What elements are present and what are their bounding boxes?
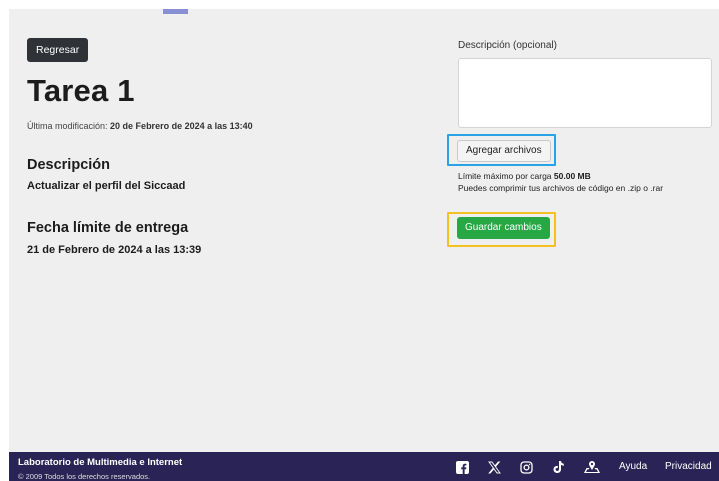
footer-link-privacy[interactable]: Privacidad (665, 461, 712, 472)
instagram-icon[interactable] (519, 460, 533, 474)
last-modified-value: 20 de Febrero de 2024 a las 13:40 (110, 121, 253, 131)
upload-limit-label: Límite máximo por carga (458, 171, 552, 181)
footer-link-help[interactable]: Ayuda (619, 461, 647, 472)
footer: Laboratorio de Multimedia e Internet © 2… (9, 452, 719, 481)
footer-copyright: © 2009 Todos los derechos reservados. (18, 472, 151, 481)
tiktok-icon[interactable] (551, 460, 565, 474)
page-title: Tarea 1 (27, 73, 135, 108)
x-icon[interactable] (487, 460, 501, 474)
footer-org-name: Laboratorio de Multimedia e Internet (18, 457, 183, 468)
compress-hint: Puedes comprimir tus archivos de código … (458, 183, 664, 193)
description-textarea[interactable] (458, 58, 712, 128)
last-modified: Última modificación: 20 de Febrero de 20… (27, 121, 253, 131)
description-value: Actualizar el perfil del Siccaad (27, 180, 186, 192)
description-heading: Descripción (27, 157, 110, 173)
last-modified-label: Última modificación: (27, 121, 108, 131)
add-files-button[interactable]: Agregar archivos (457, 140, 551, 162)
deadline-value: 21 de Febrero de 2024 a las 13:39 (27, 244, 202, 256)
save-changes-button[interactable]: Guardar cambios (457, 217, 550, 239)
description-field-label: Descripción (opcional) (458, 40, 557, 51)
facebook-icon[interactable] (455, 460, 469, 474)
map-people-icon[interactable] (583, 460, 601, 474)
upload-limit-info: Límite máximo por carga 50.00 MB Puedes … (458, 170, 663, 194)
deadline-heading: Fecha límite de entrega (27, 220, 189, 236)
upload-limit-value: 50.00 MB (553, 171, 591, 181)
top-tab-indicator (163, 9, 188, 14)
back-button[interactable]: Regresar (27, 38, 89, 62)
